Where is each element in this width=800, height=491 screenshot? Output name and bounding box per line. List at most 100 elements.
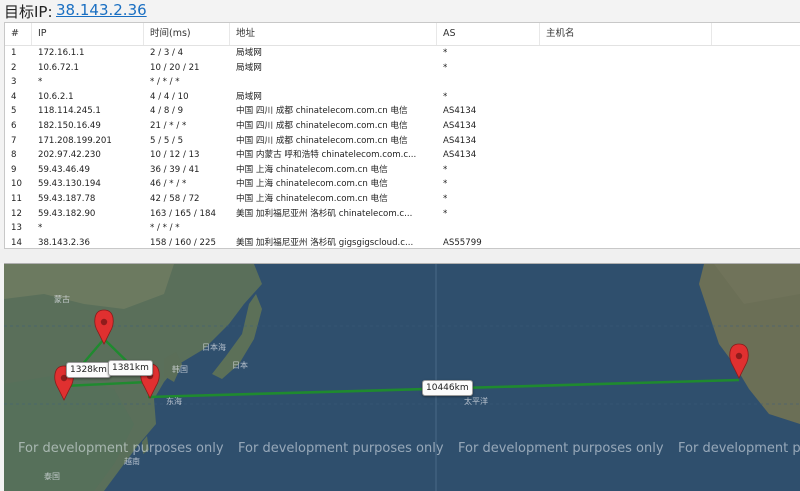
cell-address [236, 75, 435, 90]
table-row[interactable]: 4 10.6.2.1 4 / 4 / 10 局域网 * [5, 90, 800, 105]
cell-time: 163 / 165 / 184 [150, 208, 216, 219]
cell-address: 中国 上海 chinatelecom.com.cn 电信 [236, 164, 388, 175]
cell-index: 14 [11, 237, 22, 248]
table-row[interactable]: 14 38.143.2.36 158 / 160 / 225 美国 加利福尼亚州 洛杉… [5, 236, 800, 248]
route-map[interactable]: 蒙古 日本海 日本 韩国 东海 太平洋 泰国 越南 1328km 1381km … [4, 263, 800, 491]
cell-ip: 59.43.187.78 [38, 194, 96, 204]
cell-as: * [443, 208, 448, 219]
cell-ip: 118.114.245.1 [38, 106, 101, 117]
column-header-index[interactable]: # [5, 23, 32, 45]
target-header: 目标IP: 38.143.2.36 [0, 0, 800, 22]
cell-address: 中国 上海 chinatelecom.com.cn 电信 [236, 194, 388, 204]
cell-as: * [443, 194, 448, 204]
cell-time: 158 / 160 / 225 [150, 237, 216, 248]
cell-as: * [443, 62, 448, 73]
cell-index: 1 [11, 48, 17, 58]
dev-watermark: For development purposes only [678, 441, 800, 456]
cell-as [443, 75, 538, 90]
cell-ip: 202.97.42.230 [38, 150, 101, 161]
cell-ip: 59.43.46.49 [38, 164, 90, 175]
cell-index: 10 [11, 179, 22, 190]
table-row[interactable]: 13 * * / * / * [5, 221, 800, 236]
cell-address: 中国 四川 成都 chinatelecom.com.cn 电信 [236, 106, 408, 117]
cell-as: * [443, 48, 448, 58]
cell-index: 9 [11, 164, 17, 175]
cell-time: * / * / * [150, 223, 180, 234]
table-row[interactable]: 7 171.208.199.201 5 / 5 / 5 中国 四川 成都 chinat… [5, 134, 800, 149]
cell-time: * / * / * [150, 77, 180, 88]
dev-watermark: For development purposes only [238, 441, 444, 456]
cell-address: 局域网 [236, 91, 262, 102]
map-label: 日本海 [202, 343, 226, 352]
map-label: 越南 [124, 457, 140, 466]
cell-as: AS4134 [443, 135, 477, 146]
cell-ip: 10.6.72.1 [38, 62, 80, 73]
table-row[interactable]: 8 202.97.42.230 10 / 12 / 13 中国 内蒙古 呼和浩特 ch… [5, 148, 800, 163]
cell-address: 美国 加利福尼亚州 洛杉矶 chinatelecom.c... [236, 208, 413, 219]
table-row[interactable]: 5 118.114.245.1 4 / 8 / 9 中国 四川 成都 chinatel… [5, 104, 800, 119]
cell-ip: 59.43.182.90 [38, 208, 96, 219]
map-label: 太平洋 [464, 397, 488, 406]
cell-index: 3 [11, 77, 17, 88]
target-ip-label: 目标IP: [4, 3, 53, 21]
cell-time: 4 / 4 / 10 [150, 91, 189, 102]
target-ip-link[interactable]: 38.143.2.36 [56, 1, 147, 19]
cell-index: 4 [11, 91, 17, 102]
map-label: 泰国 [44, 472, 60, 481]
table-header: # IP 时间(ms) 地址 AS 主机名 [5, 23, 800, 46]
column-header-time[interactable]: 时间(ms) [144, 23, 230, 45]
cell-index: 6 [11, 121, 17, 131]
cell-as: AS4134 [443, 121, 477, 131]
cell-index: 2 [11, 62, 17, 73]
cell-as: AS4134 [443, 150, 477, 161]
table-row[interactable]: 2 10.6.72.1 10 / 20 / 21 局域网 * [5, 61, 800, 76]
dev-watermark: For development purposes only [18, 441, 224, 456]
column-header-ip[interactable]: IP [32, 23, 144, 45]
cell-ip: * [38, 77, 43, 88]
table-row[interactable]: 6 182.150.16.49 21 / * / * 中国 四川 成都 chinate… [5, 119, 800, 134]
cell-time: 10 / 20 / 21 [150, 62, 200, 73]
column-header-hostname[interactable]: 主机名 [540, 23, 712, 45]
dev-watermark: For development purposes only [458, 441, 664, 456]
cell-as: * [443, 164, 448, 175]
cell-address [236, 221, 435, 236]
cell-as: * [443, 91, 448, 102]
cell-ip: 182.150.16.49 [38, 121, 101, 131]
cell-ip: 171.208.199.201 [38, 135, 112, 146]
table-row[interactable]: 12 59.43.182.90 163 / 165 / 184 美国 加利福尼亚州 洛… [5, 207, 800, 222]
map-label: 东海 [166, 397, 182, 406]
cell-address: 中国 内蒙古 呼和浩特 chinatelecom.com.c... [236, 150, 417, 161]
distance-label: 1328km [66, 362, 111, 378]
cell-ip: 38.143.2.36 [38, 237, 90, 248]
column-header-as[interactable]: AS [437, 23, 540, 45]
cell-as [443, 221, 538, 236]
cell-ip: 10.6.2.1 [38, 91, 74, 102]
cell-address: 局域网 [236, 62, 262, 73]
cell-index: 7 [11, 135, 17, 146]
table-row[interactable]: 10 59.43.130.194 46 / * / * 中国 上海 chinatele… [5, 177, 800, 192]
cell-time: 2 / 3 / 4 [150, 48, 184, 58]
cell-time: 4 / 8 / 9 [150, 106, 184, 117]
cell-as: AS55799 [443, 237, 482, 248]
cell-time: 42 / 58 / 72 [150, 194, 200, 204]
cell-index: 5 [11, 106, 17, 117]
cell-address: 美国 加利福尼亚州 洛杉矶 gigsgigscloud.c... [236, 237, 414, 248]
cell-address: 中国 上海 chinatelecom.com.cn 电信 [236, 179, 388, 190]
table-row[interactable]: 1 172.16.1.1 2 / 3 / 4 局域网 * [5, 46, 800, 61]
distance-label: 1381km [108, 360, 153, 376]
distance-label: 10446km [422, 380, 473, 396]
column-header-address[interactable]: 地址 [230, 23, 437, 45]
cell-index: 12 [11, 208, 22, 219]
cell-time: 36 / 39 / 41 [150, 164, 200, 175]
table-row[interactable]: 3 * * / * / * [5, 75, 800, 90]
table-row[interactable]: 11 59.43.187.78 42 / 58 / 72 中国 上海 chinatel… [5, 192, 800, 207]
cell-time: 21 / * / * [150, 121, 187, 131]
cell-index: 13 [11, 223, 22, 234]
table-row[interactable]: 9 59.43.46.49 36 / 39 / 41 中国 上海 chinatelec… [5, 163, 800, 178]
splitter[interactable] [0, 249, 800, 263]
cell-ip: * [38, 223, 43, 234]
cell-time: 10 / 12 / 13 [150, 150, 200, 161]
map-label: 韩国 [172, 365, 188, 374]
cell-as: AS4134 [443, 106, 477, 117]
cell-ip: 59.43.130.194 [38, 179, 101, 190]
